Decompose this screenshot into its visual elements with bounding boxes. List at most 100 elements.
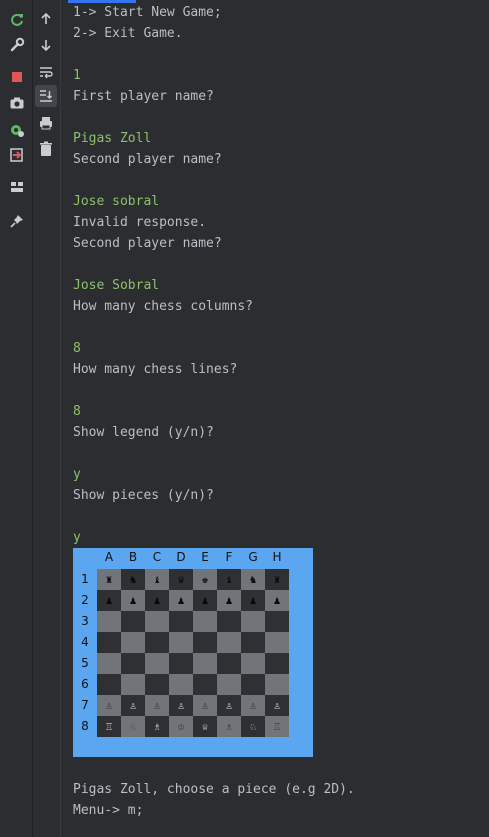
board-square[interactable]: ♟ — [121, 590, 145, 611]
board-square[interactable] — [97, 674, 121, 695]
up-arrow-icon[interactable] — [35, 8, 57, 30]
console-input-line: y — [73, 530, 81, 545]
down-arrow-icon[interactable] — [35, 34, 57, 56]
board-square[interactable] — [169, 653, 193, 674]
board-square[interactable] — [145, 674, 169, 695]
board-square[interactable]: ♜ — [265, 569, 289, 590]
chess-piece: ♖ — [273, 720, 281, 733]
board-square[interactable] — [169, 674, 193, 695]
board-square[interactable]: ♙ — [145, 695, 169, 716]
board-square[interactable] — [265, 653, 289, 674]
board-square[interactable] — [193, 611, 217, 632]
console-input-line: Pigas Zoll — [73, 131, 152, 146]
board-square[interactable]: ♘ — [241, 716, 265, 737]
board-square[interactable] — [121, 611, 145, 632]
chess-piece: ♘ — [129, 720, 137, 733]
board-square[interactable]: ♟ — [97, 590, 121, 611]
console-divider — [60, 0, 61, 837]
board-square[interactable]: ♙ — [121, 695, 145, 716]
board-square[interactable]: ♗ — [145, 716, 169, 737]
board-square[interactable] — [169, 611, 193, 632]
board-square[interactable]: ♝ — [217, 569, 241, 590]
board-square[interactable] — [217, 674, 241, 695]
board-square[interactable] — [97, 653, 121, 674]
board-square[interactable] — [241, 611, 265, 632]
stop-icon[interactable] — [6, 66, 28, 88]
layout-icon[interactable] — [6, 176, 28, 198]
board-square[interactable] — [265, 611, 289, 632]
board-square[interactable]: ♟ — [217, 590, 241, 611]
board-square[interactable]: ♝ — [145, 569, 169, 590]
trash-icon[interactable] — [35, 138, 57, 160]
board-square[interactable] — [193, 632, 217, 653]
board-square[interactable] — [121, 632, 145, 653]
chess-piece: ♙ — [225, 699, 233, 712]
chess-piece: ♟ — [273, 594, 281, 607]
chess-piece: ♙ — [249, 699, 257, 712]
board-square[interactable] — [241, 653, 265, 674]
board-square[interactable]: ♜ — [97, 569, 121, 590]
board-square[interactable]: ♕ — [193, 716, 217, 737]
pin-icon[interactable] — [6, 210, 28, 232]
board-square[interactable]: ♙ — [169, 695, 193, 716]
board-square[interactable] — [217, 632, 241, 653]
board-square[interactable] — [193, 674, 217, 695]
board-square[interactable] — [169, 632, 193, 653]
board-square[interactable]: ♟ — [169, 590, 193, 611]
rerun-icon[interactable] — [6, 8, 28, 30]
board-square[interactable]: ♛ — [169, 569, 193, 590]
console-line: Invalid response. — [73, 215, 207, 230]
wrench-icon[interactable] — [6, 34, 28, 56]
console-line: Second player name? — [73, 152, 222, 167]
board-square[interactable]: ♞ — [121, 569, 145, 590]
board-square[interactable] — [265, 632, 289, 653]
console-input-line: Jose sobral — [73, 194, 160, 209]
board-square[interactable]: ♟ — [265, 590, 289, 611]
board-square[interactable]: ♙ — [217, 695, 241, 716]
board-square[interactable]: ♖ — [97, 716, 121, 737]
board-square[interactable] — [97, 632, 121, 653]
console-line: How many chess lines? — [73, 362, 238, 377]
board-square[interactable]: ♘ — [121, 716, 145, 737]
chess-piece: ♟ — [201, 594, 209, 607]
board-square[interactable]: ♙ — [193, 695, 217, 716]
board-square[interactable]: ♟ — [241, 590, 265, 611]
board-square[interactable]: ♙ — [241, 695, 265, 716]
exit-icon[interactable] — [6, 144, 28, 166]
board-square[interactable] — [121, 653, 145, 674]
row-label: 1 — [81, 572, 89, 586]
camera-icon[interactable] — [6, 92, 28, 114]
console-line: Show pieces (y/n)? — [73, 488, 214, 503]
board-square[interactable]: ♟ — [145, 590, 169, 611]
board-square[interactable] — [145, 611, 169, 632]
debug-settings-icon[interactable] — [6, 119, 28, 141]
board-square[interactable]: ♖ — [265, 716, 289, 737]
board-square[interactable] — [145, 653, 169, 674]
board-square[interactable]: ♟ — [193, 590, 217, 611]
board-square[interactable]: ♗ — [217, 716, 241, 737]
chess-piece: ♟ — [129, 594, 137, 607]
chess-piece: ♞ — [129, 573, 137, 586]
board-square[interactable] — [121, 674, 145, 695]
board-square[interactable] — [241, 632, 265, 653]
board-square[interactable] — [193, 653, 217, 674]
soft-wrap-icon[interactable] — [35, 61, 57, 83]
console-line: Pigas Zoll, choose a piece (e.g 2D). — [73, 782, 355, 797]
console-input-line: Jose Sobral — [73, 278, 160, 293]
board-square[interactable]: ♚ — [193, 569, 217, 590]
row-label: 3 — [81, 614, 89, 628]
print-icon[interactable] — [35, 112, 57, 134]
board-square[interactable]: ♙ — [265, 695, 289, 716]
board-square[interactable]: ♔ — [169, 716, 193, 737]
console-line: How many chess columns? — [73, 299, 254, 314]
board-square[interactable] — [241, 674, 265, 695]
chess-piece: ♙ — [129, 699, 137, 712]
scroll-to-end-icon[interactable] — [35, 85, 57, 107]
board-square[interactable] — [97, 611, 121, 632]
board-square[interactable] — [145, 632, 169, 653]
board-square[interactable]: ♞ — [241, 569, 265, 590]
board-square[interactable] — [265, 674, 289, 695]
board-square[interactable]: ♙ — [97, 695, 121, 716]
board-square[interactable] — [217, 653, 241, 674]
board-square[interactable] — [217, 611, 241, 632]
